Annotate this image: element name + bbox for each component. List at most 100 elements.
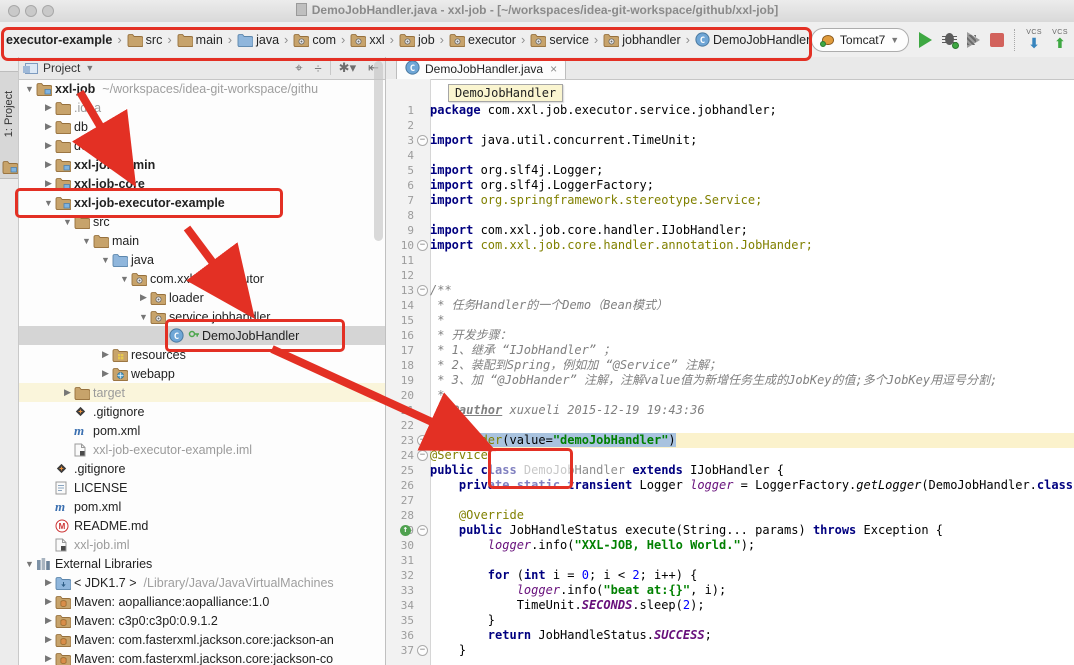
line-number[interactable]: 33 <box>386 583 414 598</box>
code-text[interactable]: import com.xxl.job.core.handler.annotati… <box>430 238 1074 253</box>
intention-bulb-icon[interactable] <box>432 419 445 433</box>
code-line-17[interactable]: 17 * 1、继承 “IJobHandler” ； <box>386 343 1074 358</box>
code-line-13[interactable]: 13−/** <box>386 283 1074 298</box>
line-number[interactable]: 26 <box>386 478 414 493</box>
code-text[interactable]: * <box>430 313 1074 328</box>
tree-item-.gitignore[interactable]: .gitignore <box>19 402 385 421</box>
code-line-21[interactable]: 21 * @author xuxueli 2015-12-19 19:43:36 <box>386 403 1074 418</box>
tree-expand-arrow[interactable]: ▼ <box>42 198 55 208</box>
breadcrumb-item-job[interactable]: job <box>399 33 435 47</box>
tree-expand-arrow[interactable]: ▼ <box>137 312 150 322</box>
tree-item-xxl-job-core[interactable]: ▶xxl-job-core <box>19 174 385 193</box>
tree-expand-arrow[interactable]: ▶ <box>42 596 55 607</box>
line-number[interactable]: 20 <box>386 388 414 403</box>
code-text[interactable]: TimeUnit.SECONDS.sleep(2); <box>430 598 1074 613</box>
code-text[interactable]: public JobHandleStatus execute(String...… <box>430 523 1074 538</box>
tree-item-resources[interactable]: ▶resources <box>19 345 385 364</box>
code-text[interactable]: * <box>430 388 1074 403</box>
code-text[interactable]: import com.xxl.job.core.handler.IJobHand… <box>430 223 1074 238</box>
tree-item-Maven-c3p0-c3p0-0.9.1.2[interactable]: ▶Maven: c3p0:c3p0:0.9.1.2 <box>19 611 385 630</box>
code-line-26[interactable]: 26 private static transient Logger logge… <box>386 478 1074 493</box>
tree-expand-arrow[interactable]: ▼ <box>61 217 74 227</box>
code-text[interactable]: * 任务Handler的一个Demo（Bean模式） <box>430 298 1074 313</box>
code-text[interactable]: for (int i = 0; i < 2; i++) { <box>430 568 1074 583</box>
code-text[interactable]: } <box>430 643 1074 658</box>
collapse-all-icon[interactable]: ÷ <box>315 61 322 76</box>
code-line-11[interactable]: 11 <box>386 253 1074 268</box>
line-number[interactable]: 25 <box>386 463 414 478</box>
line-number[interactable]: 10 <box>386 238 414 253</box>
locate-icon[interactable]: ⌖ <box>295 60 302 76</box>
run-with-coverage-button[interactable] <box>967 32 980 48</box>
tree-item-xxl-job[interactable]: ▼xxl-job~/workspaces/idea-git-workspace/… <box>19 79 385 98</box>
line-number[interactable]: 13 <box>386 283 414 298</box>
breadcrumb-item-service[interactable]: service <box>530 33 589 47</box>
code-line-6[interactable]: 6import org.slf4j.LoggerFactory; <box>386 178 1074 193</box>
tree-expand-arrow[interactable]: ▶ <box>42 577 55 588</box>
tree-expand-arrow[interactable]: ▶ <box>42 634 55 645</box>
line-number[interactable]: 11 <box>386 253 414 268</box>
line-number[interactable]: 7 <box>386 193 414 208</box>
tree-item-.gitignore[interactable]: .gitignore <box>19 459 385 478</box>
line-number[interactable]: 17 <box>386 343 414 358</box>
line-number[interactable]: 18 <box>386 358 414 373</box>
fold-marker-icon[interactable]: − <box>417 285 428 296</box>
line-number[interactable]: 32 <box>386 568 414 583</box>
project-tool-window-button[interactable]: 1: Project <box>0 71 18 179</box>
tree-item-db[interactable]: ▶db <box>19 117 385 136</box>
tree-item-LICENSE[interactable]: LICENSE <box>19 478 385 497</box>
code-line-3[interactable]: 3−import java.util.concurrent.TimeUnit; <box>386 133 1074 148</box>
tree-expand-arrow[interactable]: ▶ <box>42 615 55 626</box>
breadcrumb-item-xxl[interactable]: xxl <box>350 33 384 47</box>
project-tree-scrollbar[interactable] <box>374 61 383 241</box>
line-number[interactable]: 34 <box>386 598 414 613</box>
code-line-37[interactable]: 37− } <box>386 643 1074 658</box>
code-line-28[interactable]: 28 @Override <box>386 508 1074 523</box>
code-line-16[interactable]: 16 * 开发步骤： <box>386 328 1074 343</box>
settings-gear-icon[interactable]: ✱▾ <box>339 60 356 76</box>
line-number[interactable]: 14 <box>386 298 414 313</box>
line-number[interactable]: 15 <box>386 313 414 328</box>
stop-button[interactable] <box>990 33 1004 47</box>
line-number[interactable]: 5 <box>386 163 414 178</box>
code-text[interactable]: @Override <box>430 508 1074 523</box>
code-text[interactable]: @JobHander(value="demoJobHandler") <box>430 433 1074 448</box>
tab-demojobhandler[interactable]: C DemoJobHandler.java × <box>396 58 566 79</box>
tree-item-doc[interactable]: ▶doc <box>19 136 385 155</box>
tree-expand-arrow[interactable]: ▶ <box>99 368 112 379</box>
tree-expand-arrow[interactable]: ▶ <box>42 653 55 664</box>
line-number[interactable]: 9 <box>386 223 414 238</box>
tree-item-loader[interactable]: ▶loader <box>19 288 385 307</box>
line-number[interactable]: 28 <box>386 508 414 523</box>
code-text[interactable]: return JobHandleStatus.SUCCESS; <box>430 628 1074 643</box>
code-line-5[interactable]: 5 import org.slf4j.Logger; <box>386 163 1074 178</box>
fold-marker-icon[interactable]: − <box>417 435 428 446</box>
code-text[interactable]: private static transient Logger logger =… <box>430 478 1074 493</box>
tree-item-README.md[interactable]: MREADME.md <box>19 516 385 535</box>
chevron-down-icon[interactable]: ▼ <box>85 63 94 73</box>
code-text[interactable] <box>430 148 1074 163</box>
code-line-2[interactable]: 2 <box>386 118 1074 133</box>
fold-marker-icon[interactable]: − <box>417 450 428 461</box>
code-text[interactable]: import java.util.concurrent.TimeUnit; <box>430 133 1074 148</box>
code-text[interactable]: public class DemoJobHandler extends IJob… <box>430 463 1074 478</box>
line-number[interactable]: 1 <box>386 103 414 118</box>
line-number[interactable]: 2 <box>386 118 414 133</box>
tree-expand-arrow[interactable]: ▼ <box>23 84 36 94</box>
code-text[interactable]: * 开发步骤： <box>430 328 1074 343</box>
line-number[interactable]: 36 <box>386 628 414 643</box>
tree-expand-arrow[interactable]: ▶ <box>42 178 55 189</box>
breadcrumb-item-src[interactable]: src <box>127 33 163 47</box>
code-line-15[interactable]: 15 * <box>386 313 1074 328</box>
code-text[interactable] <box>430 253 1074 268</box>
code-line-1[interactable]: 1package com.xxl.job.executor.service.jo… <box>386 103 1074 118</box>
code-text[interactable]: import org.slf4j.Logger; <box>430 163 1074 178</box>
code-text[interactable] <box>430 208 1074 223</box>
tree-item-target[interactable]: ▶target <box>19 383 385 402</box>
tree-expand-arrow[interactable]: ▶ <box>42 102 55 113</box>
line-number[interactable]: 35 <box>386 613 414 628</box>
tree-item-com.xxl.job.executor[interactable]: ▼com.xxl.job.executor <box>19 269 385 288</box>
code-line-18[interactable]: 18 * 2、装配到Spring，例如加 “@Service” 注解； <box>386 358 1074 373</box>
code-text[interactable]: } <box>430 613 1074 628</box>
line-number[interactable]: 37 <box>386 643 414 658</box>
